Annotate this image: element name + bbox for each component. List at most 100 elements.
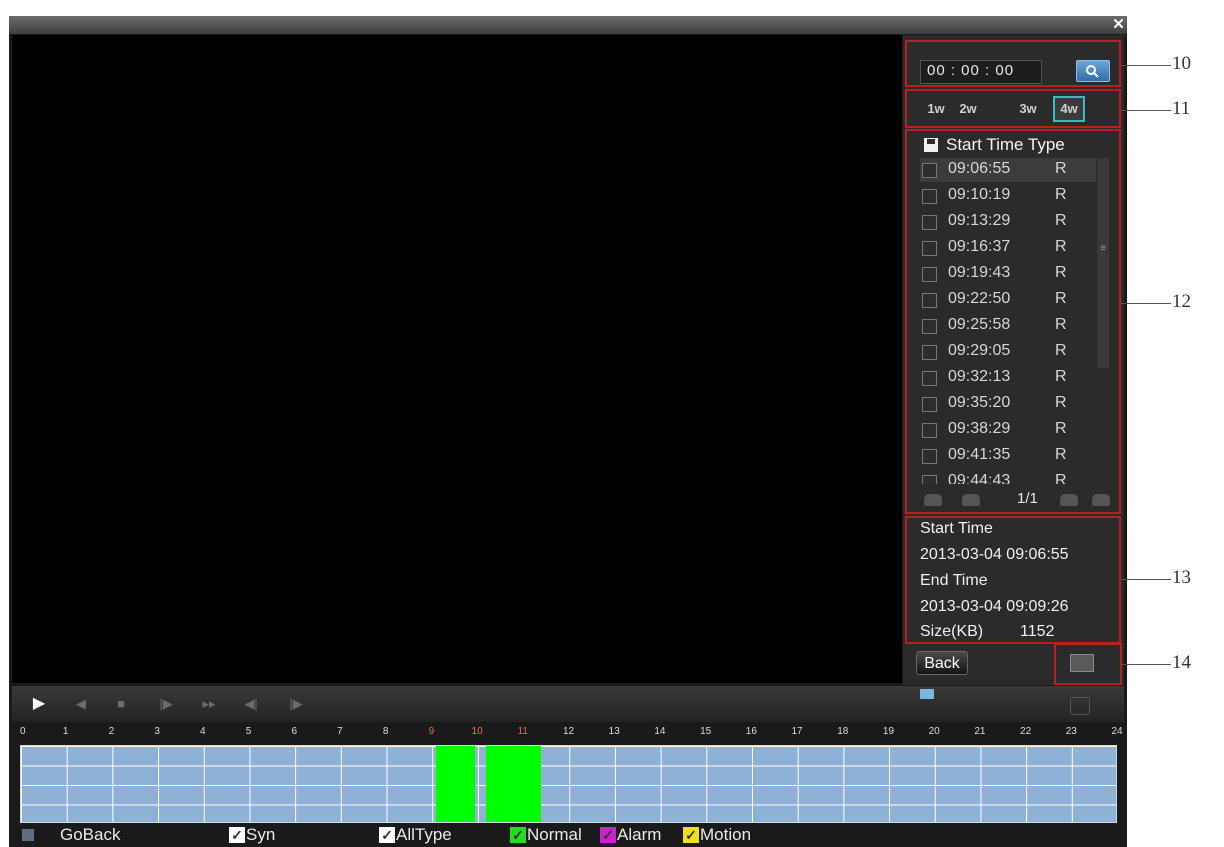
week-4w-button[interactable]: 4w — [1053, 96, 1085, 122]
file-row[interactable]: 09:35:20 R — [920, 392, 1096, 416]
size-value: 1152 — [1020, 623, 1055, 640]
alarm-checkbox[interactable]: ✓ — [600, 827, 616, 843]
row-start-time: 09:10:19 — [948, 186, 1011, 203]
row-type: R — [1055, 238, 1067, 255]
reverse-play-icon[interactable]: ◀ — [70, 694, 92, 714]
row-start-time: 09:22:50 — [948, 290, 1011, 307]
hour-tick-label: 22 — [1020, 726, 1032, 737]
file-row[interactable]: 09:41:35 R — [920, 444, 1096, 468]
file-row[interactable]: 09:38:29 R — [920, 418, 1096, 442]
row-type: R — [1055, 290, 1067, 307]
file-row[interactable]: 09:13:29 R — [920, 210, 1096, 234]
alltype-checkbox[interactable]: ✓ — [379, 827, 395, 843]
search-button[interactable] — [1076, 60, 1110, 82]
file-row[interactable]: 09:25:58 R — [920, 314, 1096, 338]
backup-icon[interactable] — [1070, 654, 1094, 672]
goback-square-icon[interactable] — [22, 829, 34, 841]
next-page-icon[interactable] — [1060, 494, 1078, 506]
file-row[interactable]: 09:19:43 R — [920, 262, 1096, 286]
row-start-time: 09:25:58 — [948, 316, 1011, 333]
close-icon[interactable]: ✕ — [1110, 16, 1127, 34]
week-2w-button[interactable]: 2w — [952, 96, 984, 122]
hour-tick-label: 6 — [291, 726, 298, 737]
file-row[interactable]: 09:44:43 R — [920, 470, 1096, 484]
play-icon[interactable]: ▶ — [28, 694, 50, 714]
hour-tick-label: 4 — [200, 726, 206, 737]
row-checkbox[interactable] — [922, 163, 937, 178]
recording-segment[interactable] — [486, 746, 542, 822]
file-row[interactable]: 09:29:05 R — [920, 340, 1096, 364]
syn-checkbox[interactable]: ✓ — [229, 827, 245, 843]
timeline-grid[interactable] — [20, 745, 1117, 823]
callout-11: 11 — [1172, 98, 1191, 119]
file-row[interactable]: 09:16:37 R — [920, 236, 1096, 260]
row-checkbox[interactable] — [922, 267, 937, 282]
row-start-time: 09:29:05 — [948, 342, 1011, 359]
fullscreen-icon[interactable] — [1070, 697, 1090, 715]
row-start-time: 09:06:55 — [948, 160, 1011, 177]
normal-checkbox[interactable]: ✓ — [510, 827, 526, 843]
file-row[interactable]: 09:32:13 R — [920, 366, 1096, 390]
callout-line — [1121, 664, 1171, 665]
motion-checkbox[interactable]: ✓ — [683, 827, 699, 843]
alarm-label: Alarm — [617, 825, 662, 844]
playback-controls — [12, 686, 1124, 722]
timeline-hour-axis: 0 1 2 3 4 5 6 7 8 9 10 11 12 13 14 15 16 17 18 19 20 21 22 23 24 — [12, 724, 1124, 744]
fast-forward-icon[interactable]: ▸▸ — [198, 694, 220, 714]
next-frame-icon[interactable]: |▶ — [285, 694, 307, 714]
hour-tick-label: 19 — [882, 726, 895, 737]
hour-tick-label: 9 — [428, 726, 435, 737]
file-row[interactable]: 09:06:55 R — [920, 158, 1096, 182]
row-checkbox[interactable] — [922, 345, 937, 360]
goback-label[interactable]: GoBack — [60, 825, 120, 845]
back-button[interactable]: Back — [916, 651, 968, 675]
slow-play-icon[interactable]: |▶ — [155, 694, 177, 714]
row-checkbox[interactable] — [922, 397, 937, 412]
file-row[interactable]: 09:10:19 R — [920, 184, 1096, 208]
row-checkbox[interactable] — [922, 423, 937, 438]
size-label: Size(KB) — [920, 623, 984, 640]
row-checkbox[interactable] — [922, 293, 937, 308]
prev-frame-icon[interactable]: ◀| — [240, 694, 262, 714]
hour-tick-label: 11 — [517, 726, 528, 737]
end-time-value: 2013-03-04 09:09:26 — [920, 598, 1069, 615]
start-time-label: Start Time — [920, 520, 993, 537]
time-input[interactable]: 00 : 00 : 00 — [920, 60, 1042, 84]
row-start-time: 09:44:43 — [948, 472, 1011, 484]
last-page-icon[interactable] — [1092, 494, 1110, 506]
title-bar — [9, 16, 1127, 34]
recording-segment[interactable] — [436, 746, 475, 822]
callout-10: 10 — [1172, 53, 1191, 74]
row-type: R — [1055, 186, 1067, 203]
row-checkbox[interactable] — [922, 189, 937, 204]
row-checkbox[interactable] — [922, 241, 937, 256]
hour-tick-label: 14 — [654, 726, 666, 737]
prev-page-icon[interactable] — [962, 494, 980, 506]
alltype-label: AllType — [396, 825, 452, 844]
row-checkbox[interactable] — [922, 449, 937, 464]
hour-tick-label: 3 — [154, 726, 160, 737]
week-1w-button[interactable]: 1w — [920, 96, 952, 122]
hour-tick-label: 2 — [108, 726, 115, 737]
save-icon[interactable] — [924, 138, 938, 152]
row-type: R — [1055, 472, 1067, 484]
file-list-header: Start Time Type — [946, 135, 1065, 154]
hour-tick-label: 7 — [337, 726, 343, 737]
week-3w-button[interactable]: 3w — [1012, 96, 1044, 122]
row-checkbox[interactable] — [922, 215, 937, 230]
row-start-time: 09:41:35 — [948, 446, 1011, 463]
row-start-time: 09:13:29 — [948, 212, 1011, 229]
list-scrollbar[interactable] — [1097, 158, 1109, 368]
row-checkbox[interactable] — [922, 371, 937, 386]
row-type: R — [1055, 264, 1067, 281]
first-page-icon[interactable] — [924, 494, 942, 506]
stop-icon[interactable]: ■ — [110, 694, 132, 714]
row-checkbox[interactable] — [922, 319, 937, 334]
callout-14: 14 — [1172, 652, 1191, 673]
normal-label: Normal — [527, 825, 582, 844]
row-checkbox[interactable] — [922, 475, 937, 484]
volume-icon[interactable] — [920, 689, 934, 699]
row-start-time: 09:32:13 — [948, 368, 1011, 385]
file-row[interactable]: 09:22:50 R — [920, 288, 1096, 312]
scrollbar-grip-icon[interactable]: ≡ — [1098, 243, 1108, 255]
